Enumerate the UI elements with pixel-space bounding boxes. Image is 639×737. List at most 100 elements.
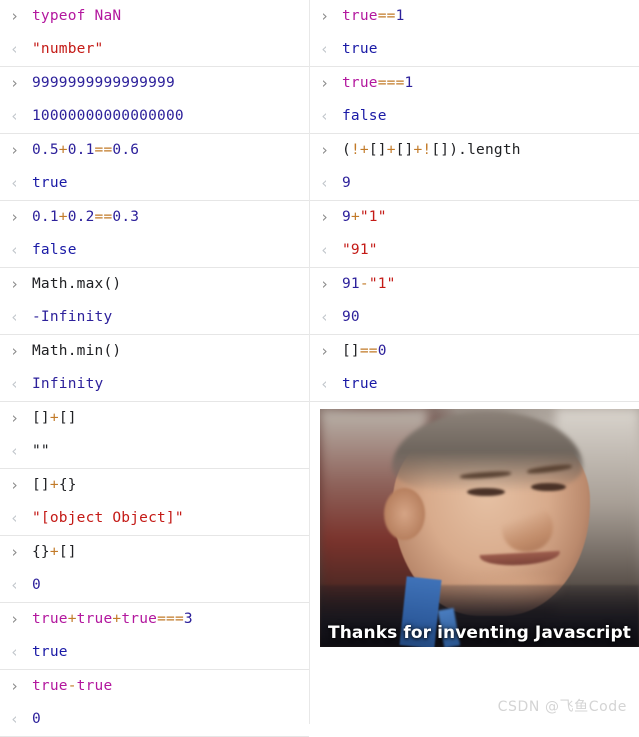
console-entry[interactable]: › 9+"1" ‹ "91" [310, 201, 639, 268]
code-token: + [112, 611, 122, 628]
code-token: true [32, 175, 68, 192]
console-entry[interactable]: › Math.max() ‹ -Infinity [0, 268, 309, 335]
prompt-input-icon: › [10, 208, 20, 226]
code-token: 0.1 [32, 209, 59, 226]
console-input-expression: true==1 [342, 9, 405, 24]
console-entry[interactable]: › []+{} ‹ "[object Object]" [0, 469, 309, 536]
console-entry[interactable]: › (!+[]+[]+![]).length ‹ 9 [310, 134, 639, 201]
console-input-line[interactable]: › Math.max() [0, 268, 309, 301]
console-entry[interactable]: › []==0 ‹ true [310, 335, 639, 402]
code-token: Infinity [32, 376, 104, 393]
console-output-line[interactable]: ‹ 90 [310, 301, 639, 334]
console-input-line[interactable]: › (!+[]+[]+![]).length [310, 134, 639, 167]
prompt-input-icon: › [10, 476, 20, 494]
prompt-input-icon: › [10, 74, 20, 92]
console-output-line[interactable]: ‹ Infinity [0, 368, 309, 401]
prompt-input-icon: › [320, 74, 330, 92]
console-input-line[interactable]: › []+[] [0, 402, 309, 435]
console-output-line[interactable]: ‹ true [0, 636, 309, 669]
console-entry[interactable]: › Math.min() ‹ Infinity [0, 335, 309, 402]
console-output-line[interactable]: ‹ true [310, 368, 639, 401]
console-output-line[interactable]: ‹ 0 [0, 703, 309, 736]
console-input-expression: []+[] [32, 411, 77, 426]
code-token: [] [395, 142, 414, 159]
console-input-line[interactable]: › 0.5+0.1==0.6 [0, 134, 309, 167]
console-entry[interactable]: › true===1 ‹ false [310, 67, 639, 134]
code-token: "[object Object]" [32, 510, 184, 527]
console-input-expression: 91-"1" [342, 277, 396, 292]
console-output-line[interactable]: ‹ 9 [310, 167, 639, 200]
code-token: "" [32, 443, 50, 460]
code-token: 1 [404, 75, 414, 92]
console-entry[interactable]: › {}+[] ‹ 0 [0, 536, 309, 603]
console-input-expression: Math.min() [32, 344, 121, 359]
console-output-value: "number" [32, 42, 103, 57]
console-input-line[interactable]: › 9+"1" [310, 201, 639, 234]
console-output-line[interactable]: ‹ true [0, 167, 309, 200]
code-token: 0 [377, 343, 387, 360]
code-token: 10000000000000000 [32, 108, 184, 125]
prompt-output-icon: ‹ [320, 241, 330, 259]
console-input-line[interactable]: › true===1 [310, 67, 639, 100]
prompt-input-icon: › [10, 141, 20, 159]
prompt-output-icon: ‹ [10, 710, 20, 728]
code-token: -Infinity [32, 309, 113, 326]
console-output-value: 10000000000000000 [32, 109, 184, 124]
code-token: 0.2 [67, 209, 95, 226]
console-output-line[interactable]: ‹ true [310, 33, 639, 66]
console-output-line[interactable]: ‹ "" [0, 435, 309, 468]
code-token: == [94, 142, 113, 159]
code-token: === [377, 75, 405, 92]
code-token: + [58, 209, 68, 226]
console-output-line[interactable]: ‹ "number" [0, 33, 309, 66]
code-token: + [58, 142, 68, 159]
console-output-value: 0 [32, 578, 41, 593]
console-input-line[interactable]: › true-true [0, 670, 309, 703]
console-entry[interactable]: › typeof NaN ‹ "number" [0, 0, 309, 67]
console-entry[interactable]: › true-true ‹ 0 [0, 670, 309, 737]
console-input-line[interactable]: › 91-"1" [310, 268, 639, 301]
prompt-input-icon: › [320, 208, 330, 226]
console-input-line[interactable]: › true+true+true===3 [0, 603, 309, 636]
code-token: {} [58, 477, 77, 494]
console-output-value: true [32, 176, 68, 191]
console-input-line[interactable]: › typeof NaN [0, 0, 309, 33]
prompt-output-icon: ‹ [10, 375, 20, 393]
console-input-line[interactable]: › 9999999999999999 [0, 67, 309, 100]
prompt-input-icon: › [320, 275, 330, 293]
console-input-expression: {}+[] [32, 545, 77, 560]
code-token: ( [342, 142, 351, 159]
console-entry[interactable]: › true==1 ‹ true [310, 0, 639, 67]
console-output-line[interactable]: ‹ 10000000000000000 [0, 100, 309, 133]
code-token: true [342, 41, 378, 58]
console-input-line[interactable]: › 0.1+0.2==0.3 [0, 201, 309, 234]
console-entry[interactable]: › 0.5+0.1==0.6 ‹ true [0, 134, 309, 201]
code-token: 1 [395, 8, 405, 25]
console-input-line[interactable]: › []+{} [0, 469, 309, 502]
code-token: == [359, 343, 378, 360]
console-input-line[interactable]: › Math.min() [0, 335, 309, 368]
code-token: "1" [368, 276, 396, 293]
code-token: [] [32, 410, 50, 427]
code-token: 0.6 [112, 142, 140, 159]
console-input-expression: true===1 [342, 76, 413, 91]
console-output-value: 0 [32, 712, 41, 727]
console-entry[interactable]: › true+true+true===3 ‹ true [0, 603, 309, 670]
console-entry[interactable]: › 0.1+0.2==0.3 ‹ false [0, 201, 309, 268]
console-entry[interactable]: › []+[] ‹ "" [0, 402, 309, 469]
console-output-line[interactable]: ‹ 0 [0, 569, 309, 602]
console-entry[interactable]: › 9999999999999999 ‹ 10000000000000000 [0, 67, 309, 134]
prompt-input-icon: › [10, 275, 20, 293]
console-output-line[interactable]: ‹ false [310, 100, 639, 133]
prompt-output-icon: ‹ [10, 107, 20, 125]
console-output-line[interactable]: ‹ -Infinity [0, 301, 309, 334]
console-output-line[interactable]: ‹ "[object Object]" [0, 502, 309, 535]
console-output-value: "[object Object]" [32, 511, 184, 526]
console-entry[interactable]: › 91-"1" ‹ 90 [310, 268, 639, 335]
prompt-input-icon: › [10, 610, 20, 628]
console-input-line[interactable]: › []==0 [310, 335, 639, 368]
console-input-line[interactable]: › true==1 [310, 0, 639, 33]
console-output-line[interactable]: ‹ false [0, 234, 309, 267]
console-output-line[interactable]: ‹ "91" [310, 234, 639, 267]
console-input-line[interactable]: › {}+[] [0, 536, 309, 569]
